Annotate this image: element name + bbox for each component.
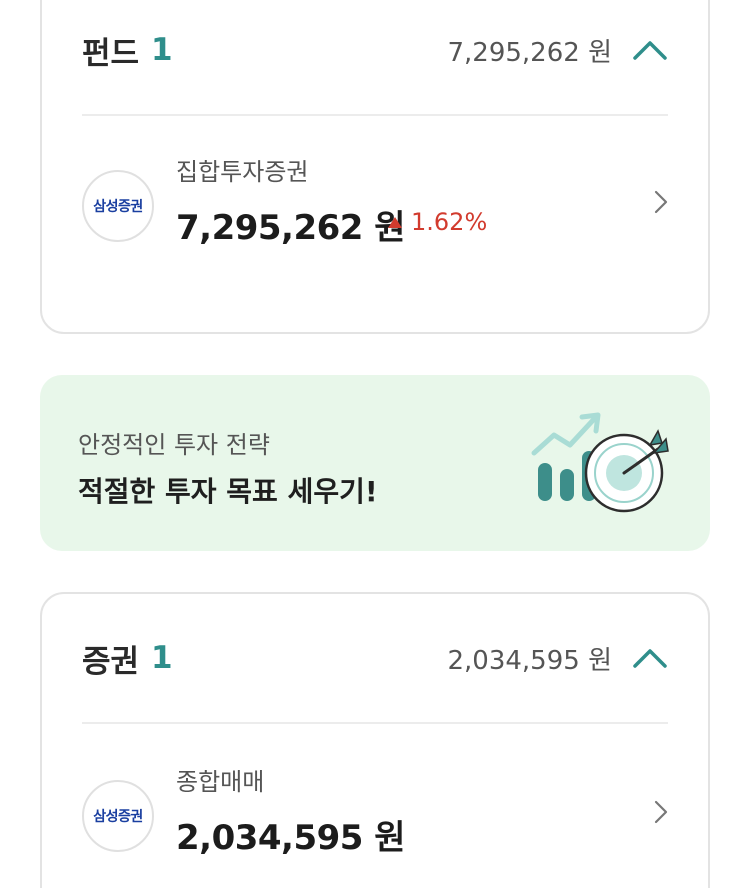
chevron-up-icon[interactable] [632,38,668,62]
chevron-right-icon[interactable] [654,800,668,824]
divider [82,114,668,116]
target-chart-illustration [531,412,669,513]
securities-account-row[interactable]: 삼성증권 종합매매 2,034,595 원 [82,758,668,868]
fund-total: 7,295,262 원 [447,37,612,68]
account-amount: 7,295,262 원 [176,208,406,248]
fund-count: 1 [151,32,173,68]
change-rate: 1.62% [411,208,488,236]
samsung-securities-logo: 삼성증권 [82,170,154,242]
samsung-securities-logo: 삼성증권 [82,780,154,852]
account-change: 1.62% [388,208,487,236]
fund-title: 펀드 [82,35,140,72]
securities-header[interactable]: 증권 1 2,034,595 원 [82,628,668,688]
securities-total: 2,034,595 원 [447,645,612,676]
fund-account-row[interactable]: 삼성증권 집합투자증권 7,295,262 원 1.62% [82,148,668,258]
chevron-right-icon[interactable] [654,190,668,214]
banner-title: 적절한 투자 목표 세우기! [78,475,378,508]
divider [82,722,668,724]
account-name: 종합매매 [176,768,265,796]
investment-goal-banner[interactable]: 안정적인 투자 전략 적절한 투자 목표 세우기! [40,375,710,551]
securities-count: 1 [151,640,173,676]
triangle-up-icon [388,216,402,228]
securities-card: 증권 1 2,034,595 원 삼성증권 종합매매 2,034,595 원 [40,592,710,888]
account-amount: 2,034,595 원 [176,818,406,858]
fund-header[interactable]: 펀드 1 7,295,262 원 [82,20,668,80]
securities-title: 증권 [82,643,140,680]
fund-card: 펀드 1 7,295,262 원 삼성증권 집합투자증권 7,295,262 원… [40,0,710,334]
chevron-up-icon[interactable] [632,646,668,670]
banner-subtitle: 안정적인 투자 전략 [78,431,270,459]
account-name: 집합투자증권 [176,158,309,186]
